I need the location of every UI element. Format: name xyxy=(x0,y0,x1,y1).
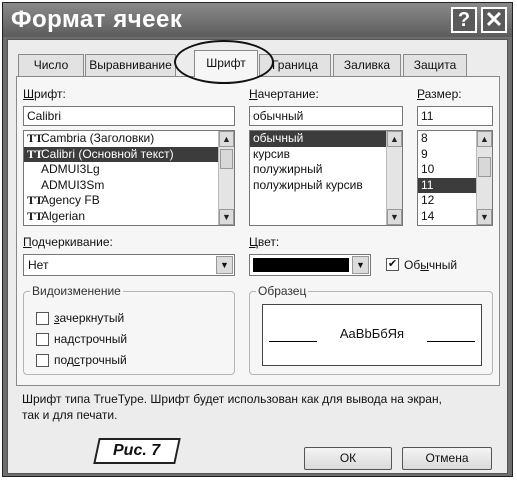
format-cells-dialog: Формат ячеек ? ✕ Число Выравнивание Шриф… xyxy=(2,2,513,477)
tab-fill[interactable]: Заливка xyxy=(333,54,401,76)
font-tab-panel: Шрифт: Calibri TTCambria (Заголовки) TTC… xyxy=(16,76,500,386)
tab-number[interactable]: Число xyxy=(18,54,84,76)
effects-group: Видоизменение зачеркнутый надстрочный по… xyxy=(23,284,235,375)
font-input[interactable]: Calibri xyxy=(23,106,235,126)
chevron-down-icon[interactable]: ▼ xyxy=(216,256,233,274)
help-button[interactable]: ? xyxy=(451,7,477,33)
preview-sample: AaBbБбЯя xyxy=(339,326,405,341)
underline-label: Подчеркивание: xyxy=(23,235,113,249)
tab-alignment[interactable]: Выравнивание xyxy=(85,54,176,76)
baseline-left xyxy=(269,341,317,342)
preview-group: Образец AaBbБбЯя xyxy=(249,284,493,375)
truetype-icon: TT xyxy=(27,208,44,223)
list-item[interactable]: полужирный xyxy=(250,162,402,178)
scroll-down-icon[interactable]: ▼ xyxy=(219,209,234,225)
preview-title: Образец xyxy=(256,284,309,298)
list-item[interactable]: ADMUI3Lg xyxy=(24,162,234,178)
color-label: Цвет: xyxy=(249,235,280,249)
superscript-label: надстрочный xyxy=(54,332,128,346)
truetype-icon: TT xyxy=(27,193,44,207)
baseline-right xyxy=(427,341,475,342)
subscript-checkbox[interactable] xyxy=(36,354,49,367)
cancel-button[interactable]: Отмена xyxy=(402,447,492,470)
color-select[interactable]: ▼ xyxy=(249,254,371,276)
window-title: Формат ячеек xyxy=(11,6,183,33)
description-line-1: Шрифт типа TrueType. Шрифт будет использ… xyxy=(22,392,442,406)
dialog-body: Число Выравнивание Шрифт Граница Заливка… xyxy=(7,39,508,474)
size-list[interactable]: 8 9 10 11 12 14 ▲ ▼ xyxy=(417,130,493,226)
list-item[interactable]: TTCalibri (Основной текст) xyxy=(24,146,234,162)
tab-font[interactable]: Шрифт xyxy=(194,50,258,77)
scroll-up-icon[interactable]: ▲ xyxy=(219,131,234,147)
tab-border[interactable]: Граница xyxy=(259,54,331,76)
tab-protection[interactable]: Защита xyxy=(403,54,467,76)
underline-value: Нет xyxy=(28,258,49,272)
style-list[interactable]: обычный курсив полужирный полужирный кур… xyxy=(249,130,403,226)
font-label: Шрифт: xyxy=(23,87,66,101)
list-item[interactable]: ADMUI3Sm xyxy=(24,178,234,194)
truetype-icon: TT xyxy=(27,131,44,145)
list-item[interactable]: TTAgency FB xyxy=(24,193,234,209)
description-line-2: так и для печати. xyxy=(22,408,118,422)
list-item[interactable]: TTAlgerian xyxy=(24,209,234,225)
strikethrough-checkbox[interactable] xyxy=(36,312,49,325)
scroll-up-icon[interactable]: ▲ xyxy=(387,131,402,147)
scroll-up-icon[interactable]: ▲ xyxy=(477,131,492,147)
style-label: Начертание: xyxy=(249,87,319,101)
list-item[interactable]: обычный xyxy=(250,131,402,147)
list-item[interactable]: TTCambria (Заголовки) xyxy=(24,131,234,147)
font-list[interactable]: TTCambria (Заголовки) TTCalibri (Основно… xyxy=(23,130,235,226)
normal-font-label: Обычный xyxy=(404,258,458,272)
chevron-down-icon[interactable]: ▼ xyxy=(352,256,369,274)
scroll-down-icon[interactable]: ▼ xyxy=(387,209,402,225)
list-item[interactable]: полужирный курсив xyxy=(250,178,402,194)
superscript-checkbox[interactable] xyxy=(36,333,49,346)
underline-select[interactable]: Нет ▼ xyxy=(23,254,235,276)
normal-font-checkbox[interactable]: ✔ xyxy=(386,258,399,271)
title-bar: Формат ячеек ? ✕ xyxy=(3,3,512,37)
truetype-icon: TT xyxy=(27,146,44,161)
scroll-thumb[interactable] xyxy=(220,149,233,169)
subscript-label: подстрочный xyxy=(54,353,127,367)
style-input[interactable]: обычный xyxy=(249,106,403,126)
ok-button[interactable]: ОК xyxy=(304,447,392,470)
font-list-scrollbar[interactable]: ▲ ▼ xyxy=(218,131,234,225)
size-list-scrollbar[interactable]: ▲ ▼ xyxy=(476,131,492,225)
figure-caption: Рис. 7 xyxy=(93,438,181,464)
scroll-down-icon[interactable]: ▼ xyxy=(477,209,492,225)
list-item[interactable]: курсив xyxy=(250,147,402,163)
close-button[interactable]: ✕ xyxy=(481,7,507,33)
effects-title: Видоизменение xyxy=(30,284,123,298)
style-list-scrollbar[interactable]: ▲ ▼ xyxy=(386,131,402,225)
strikethrough-label: зачеркнутый xyxy=(54,311,125,325)
size-input[interactable]: 11 xyxy=(417,106,493,126)
scroll-thumb[interactable] xyxy=(478,157,491,177)
preview-box: AaBbБбЯя xyxy=(262,304,482,366)
size-label: Размер: xyxy=(417,87,462,101)
color-swatch xyxy=(253,258,349,272)
